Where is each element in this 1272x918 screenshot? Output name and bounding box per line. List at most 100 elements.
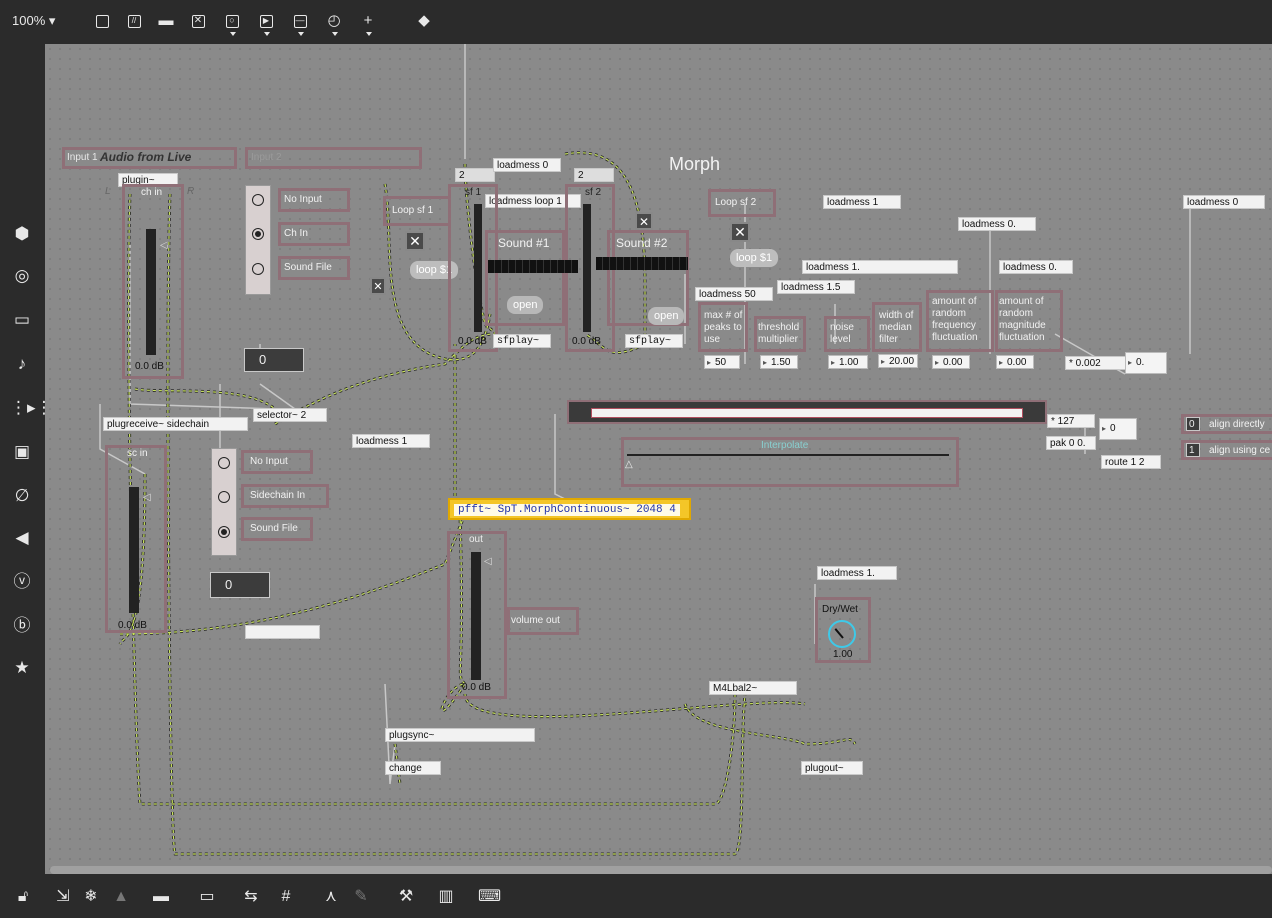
dial-icon[interactable]: ◴	[324, 11, 344, 31]
out-meter[interactable]	[471, 552, 481, 680]
horizontal-scrollbar[interactable]	[50, 866, 1272, 874]
mult-0-002-object[interactable]: * 0.002	[1065, 356, 1127, 370]
piano-icon[interactable]: ▥	[435, 886, 457, 908]
ch-in-slider-handle[interactable]: ◁	[160, 240, 168, 251]
sequence-icon[interactable]: ⋮▸⋮	[10, 396, 53, 420]
plugout-object[interactable]: plugout~	[801, 761, 863, 775]
param-peaks-number[interactable]: 50	[704, 355, 740, 370]
paperclip-icon[interactable]: ∅	[10, 484, 34, 508]
presentation-mode-icon[interactable]	[92, 11, 112, 31]
package-icon[interactable]: ⬢	[10, 222, 34, 246]
param-threshold-number[interactable]: 1.50	[760, 355, 798, 370]
sidechain-number[interactable]: 0	[210, 572, 270, 598]
mult-127-object[interactable]: * 127	[1047, 414, 1095, 428]
plugsync-object[interactable]: plugsync~	[385, 728, 535, 742]
small-toggle[interactable]: ✕	[370, 277, 386, 295]
loadmess-0-right-object[interactable]: loadmess 0	[1183, 195, 1265, 209]
layers-icon[interactable]: ▭	[196, 886, 218, 908]
loop-sf2-msg[interactable]: loop $1	[730, 249, 779, 267]
sc-in-slider-handle[interactable]: ◁	[143, 492, 151, 503]
param-freq-number[interactable]: 0.00	[932, 355, 970, 370]
button-icon[interactable]: ○	[222, 11, 242, 31]
select-icon[interactable]: ⇲	[52, 886, 74, 908]
loadmess-0-object[interactable]: loadmess 0	[493, 158, 561, 172]
loadmess-0dot-b-object[interactable]: loadmess 0.	[999, 260, 1073, 274]
presentation-icon[interactable]: ▬	[150, 886, 172, 908]
radio-sc-no-input[interactable]	[218, 457, 230, 469]
loadmess-1dot-object[interactable]: loadmess 1.	[802, 260, 958, 274]
loop-sf2-toggle[interactable]: ✕	[730, 222, 750, 242]
play-icon[interactable]: ▶	[256, 11, 276, 31]
plugin-icon[interactable]: ◀	[10, 526, 34, 550]
radio-sc-sound-file[interactable]	[218, 526, 230, 538]
loadmess-1dot-c-object[interactable]: loadmess 1.	[817, 566, 897, 580]
empty-object[interactable]	[245, 625, 320, 639]
message-icon[interactable]: ▬	[156, 11, 176, 31]
radio-ch-in[interactable]	[252, 228, 264, 240]
radio-sidechain-in[interactable]	[218, 491, 230, 503]
sidechain-radio-group[interactable]	[211, 448, 237, 556]
route-object[interactable]: route 1 2	[1101, 455, 1161, 469]
patcher-canvas[interactable]: Input 1 Audio from Live Input 2 plugin~ …	[45, 44, 1272, 874]
range-slider-bar[interactable]	[567, 400, 1047, 424]
open-msg-1[interactable]: open	[507, 296, 544, 314]
zoom-level[interactable]: 100% ▾	[12, 13, 55, 29]
align-0-message[interactable]: 0	[1186, 417, 1200, 431]
image-icon[interactable]: ▣	[10, 440, 34, 464]
plugreceive-object[interactable]: plugreceive~ sidechain	[103, 417, 248, 431]
param-mag-number[interactable]: 0.00	[996, 355, 1034, 370]
vimeo-icon[interactable]: ⓥ	[10, 570, 34, 594]
interpolate-handle[interactable]: △	[625, 459, 633, 470]
zero-dot-number[interactable]: 0.	[1125, 352, 1167, 374]
sf2-meter[interactable]	[583, 204, 591, 332]
grid-icon[interactable]: #	[275, 886, 297, 908]
num-2b[interactable]: 2	[574, 168, 614, 182]
bandcamp-icon[interactable]: ⓑ	[10, 614, 34, 638]
input-radio-group[interactable]	[245, 185, 271, 295]
loadmess-50-object[interactable]: loadmess 50	[695, 287, 773, 301]
loadmess-1-object[interactable]: loadmess 1	[823, 195, 901, 209]
selector-object[interactable]: selector~ 2	[253, 408, 327, 422]
sound2-toggle[interactable]: ✕	[635, 212, 653, 230]
add-icon[interactable]: +	[358, 11, 378, 31]
param-median-number[interactable]: 20.00	[878, 354, 918, 369]
radio-sound-file[interactable]	[252, 263, 264, 275]
route-number[interactable]: 0	[1099, 418, 1137, 440]
lock-icon[interactable]: 🔓︎	[12, 886, 34, 908]
star-icon[interactable]: ★	[10, 656, 34, 680]
target-icon[interactable]: ◎	[10, 264, 34, 288]
paint-bucket-icon[interactable]: ◆	[414, 11, 434, 31]
slider-icon[interactable]: —	[290, 11, 310, 31]
loadmess-1-5-object[interactable]: loadmess 1.5	[777, 280, 855, 294]
param-noise-number[interactable]: 1.00	[828, 355, 868, 370]
align-1-message[interactable]: 1	[1186, 443, 1200, 457]
m4lbal-object[interactable]: M4Lbal2~	[709, 681, 797, 695]
film-icon[interactable]: ▭	[10, 308, 34, 332]
toggle-icon[interactable]: ✕	[188, 11, 208, 31]
out-slider-handle[interactable]: ◁	[484, 556, 492, 567]
ch-in-meter[interactable]	[146, 229, 156, 355]
pak-object[interactable]: pak 0 0.	[1046, 436, 1096, 450]
open-msg-2[interactable]: open	[648, 307, 685, 325]
sfplay-object-2[interactable]: sfplay~	[625, 334, 683, 348]
loop-sf1-toggle[interactable]: ✕	[405, 231, 425, 251]
tree-icon[interactable]: ⋏	[320, 886, 342, 908]
align-icon[interactable]: ⇆	[240, 886, 262, 908]
sf1-meter[interactable]	[474, 204, 482, 332]
freeze-icon[interactable]: ❄	[80, 886, 102, 908]
loadmess-1-b-object[interactable]: loadmess 1	[352, 434, 430, 448]
sc-in-meter[interactable]	[129, 487, 139, 613]
comment-icon[interactable]: //	[124, 11, 144, 31]
pin-icon[interactable]: ✎	[350, 886, 372, 908]
drywet-dial[interactable]	[828, 620, 856, 648]
interpolate-slider[interactable]	[627, 454, 949, 456]
sfplay-object-1[interactable]: sfplay~	[493, 334, 551, 348]
change-object[interactable]: change	[385, 761, 441, 775]
music-note-icon[interactable]: ♪	[10, 352, 34, 376]
pfft-object[interactable]: pfft~ SpT.MorphContinuous~ 2048 4	[448, 498, 691, 520]
wrench-icon[interactable]: ⚒	[395, 886, 417, 908]
num-2a[interactable]: 2	[455, 168, 495, 182]
keyboard-icon[interactable]: ⌨	[478, 886, 501, 908]
input-number[interactable]: 0	[244, 348, 304, 372]
radio-no-input[interactable]	[252, 194, 264, 206]
